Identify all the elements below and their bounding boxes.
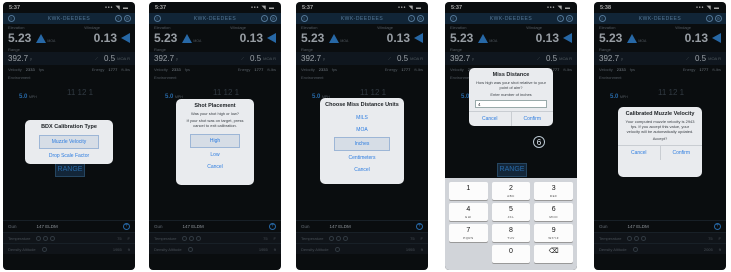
dialog-title: Choose Miss Distance Units bbox=[325, 102, 399, 108]
keypad-key[interactable]: 0 bbox=[491, 245, 531, 263]
cancel-button[interactable]: Cancel bbox=[320, 164, 404, 176]
keypad-key[interactable]: 1 bbox=[449, 182, 488, 200]
calibrated-velocity-dialog: Calibrated Muzzle Velocity Your computed… bbox=[618, 107, 702, 177]
numeric-keypad: 1 2 ABC 3 DEF 4 GHI 5 JKL 6 MNO 7 PQRS 8 TUV 9 WXYZ 0 ⌫ bbox=[445, 178, 577, 270]
keypad-key[interactable]: 7 PQRS bbox=[449, 224, 488, 242]
cancel-button[interactable]: Cancel bbox=[469, 112, 511, 126]
dialog-title: Calibrated Muzzle Velocity bbox=[625, 111, 695, 117]
moa-option[interactable]: MOA bbox=[320, 124, 404, 136]
confirm-button[interactable]: Confirm bbox=[510, 112, 554, 126]
phone-screen-3: 5:37 ••• ◥ ▬ ≡ KWK-DEEDEES ? ⚙ Elevation… bbox=[296, 2, 428, 270]
keypad-row: 4 GHI 5 JKL 6 MNO bbox=[449, 203, 574, 221]
dialog-title: Miss Distance bbox=[492, 72, 530, 78]
phone-screen-1: 5:37 ••• ◥ ▬ ≡ KWK-DEEDEES ? ⚙ Elevation… bbox=[3, 2, 135, 270]
inches-option[interactable]: Inches bbox=[334, 137, 390, 151]
low-option[interactable]: Low bbox=[176, 149, 254, 161]
cancel-button[interactable]: Cancel bbox=[618, 146, 660, 160]
clock-position-indicator[interactable]: 6 bbox=[533, 136, 545, 148]
keypad-key[interactable]: 2 ABC bbox=[491, 182, 531, 200]
centimeters-option[interactable]: Centimeters bbox=[320, 152, 404, 164]
keypad-key[interactable]: 6 MNO bbox=[534, 203, 574, 221]
dialog-title: BDX Calibration Type bbox=[41, 124, 97, 130]
backspace-key[interactable]: ⌫ bbox=[534, 245, 574, 263]
high-option[interactable]: High bbox=[190, 134, 240, 148]
keypad-key[interactable]: 8 TUV bbox=[491, 224, 531, 242]
dialog-title: Shot Placement bbox=[194, 103, 236, 109]
dialog-message: Your computed muzzle velocity is 2943 fp… bbox=[625, 119, 695, 134]
miss-distance-dialog: Miss Distance How high was your shot rel… bbox=[469, 68, 553, 126]
phone-screen-4: 5:37 ••• ◥ ▬ ≡ KWK-DEEDEES ? ⚙ Elevation… bbox=[445, 2, 577, 270]
mils-option[interactable]: MILS bbox=[320, 112, 404, 124]
keypad-key[interactable]: 9 WXYZ bbox=[534, 224, 574, 242]
keypad-key[interactable]: 5 JKL bbox=[491, 203, 531, 221]
miss-distance-input[interactable]: 4 bbox=[475, 100, 547, 108]
keypad-row: 1 2 ABC 3 DEF bbox=[449, 182, 574, 200]
dialog-message-2: Accept? bbox=[652, 136, 668, 141]
dialog-message: Was your shot high or low? bbox=[190, 111, 240, 116]
dialog-message-2: Enter number of inches bbox=[490, 92, 532, 97]
confirm-button[interactable]: Confirm bbox=[659, 146, 703, 160]
shot-placement-dialog: Shot Placement Was your shot high or low… bbox=[176, 99, 254, 185]
phone-screen-5: 5:38 ••• ◥ ▬ ≡ KWK-DEEDEES ? ⚙ Elevation… bbox=[594, 2, 726, 270]
cancel-button[interactable]: Cancel bbox=[176, 161, 254, 173]
keypad-row: 0 ⌫ bbox=[449, 245, 574, 263]
keypad-key[interactable]: 4 GHI bbox=[449, 203, 488, 221]
dialog-message: How high was your shot relative to your … bbox=[476, 80, 546, 90]
miss-units-dialog: Choose Miss Distance Units MILS MOA Inch… bbox=[320, 98, 404, 184]
dialog-message-2: If your shot was on target, press cancel… bbox=[186, 118, 244, 128]
phone-screen-2: 5:37 ••• ◥ ▬ ≡ KWK-DEEDEES ? ⚙ Elevation… bbox=[149, 2, 281, 270]
muzzle-velocity-option[interactable]: Muzzle Velocity bbox=[39, 135, 99, 149]
keypad-key[interactable]: 3 DEF bbox=[534, 182, 574, 200]
keypad-row: 7 PQRS 8 TUV 9 WXYZ bbox=[449, 224, 574, 242]
keypad-key bbox=[449, 245, 488, 263]
drop-scale-option[interactable]: Drop Scale Factor bbox=[25, 150, 113, 162]
calibration-type-dialog: BDX Calibration Type Muzzle Velocity Dro… bbox=[25, 120, 113, 164]
